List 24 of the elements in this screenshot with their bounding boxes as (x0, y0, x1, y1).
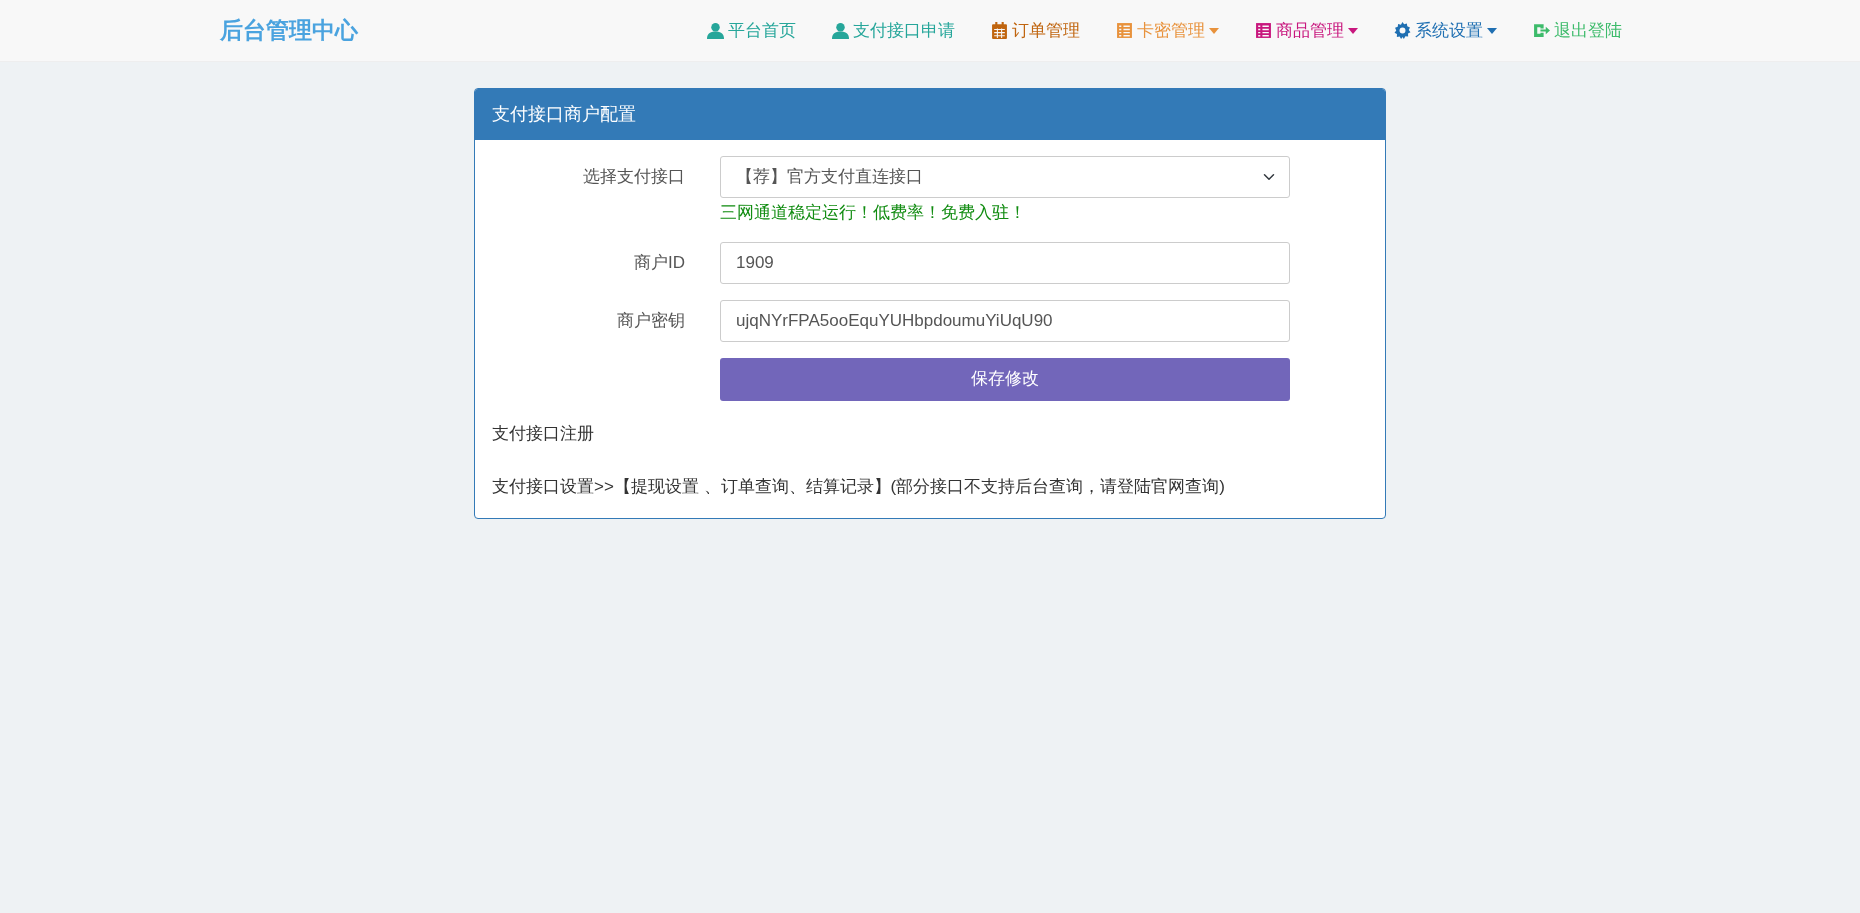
field-label: 选择支付接口 (583, 167, 685, 186)
nav-link[interactable]: 商品管理 (1237, 17, 1376, 44)
input-field[interactable]: 1909 (720, 241, 1290, 284)
list-icon (1116, 22, 1133, 39)
brand-title[interactable]: 后台管理中心 (220, 13, 358, 48)
settings-icon (1394, 22, 1411, 39)
save-button[interactable]: 保存修改 (720, 357, 1290, 401)
field-label: 商户密钥 (617, 310, 685, 330)
input-field[interactable]: ujqNYrFPA5ooEquYUHbpdoumuYiUqU90 (720, 299, 1290, 342)
user-icon (707, 22, 724, 39)
logout-icon (1533, 22, 1550, 39)
nav-link[interactable]: 平台首页 (689, 17, 814, 44)
field-label: 商户ID (634, 252, 685, 272)
help-text: 三网通道稳定运行！低费率！免费入驻！ (720, 202, 1027, 224)
nav-link[interactable]: 订单管理 (973, 17, 1098, 44)
panel-title: 支付接口商户配置 (475, 89, 1385, 140)
note-text: 支付接口设置>>【提现设置 、订单查询、结算记录】(部分接口不支持后台查询，请登陆官网查询) (492, 476, 1226, 498)
calendar-icon (991, 22, 1008, 39)
select-field[interactable]: 【荐】官方支付直连接口 (720, 156, 1290, 198)
note-text: 支付接口注册 (492, 422, 595, 445)
user-icon (832, 22, 849, 39)
nav-link[interactable]: 支付接口申请 (814, 17, 973, 44)
list-icon (1255, 22, 1272, 39)
nav-link[interactable]: 系统设置 (1376, 17, 1515, 44)
